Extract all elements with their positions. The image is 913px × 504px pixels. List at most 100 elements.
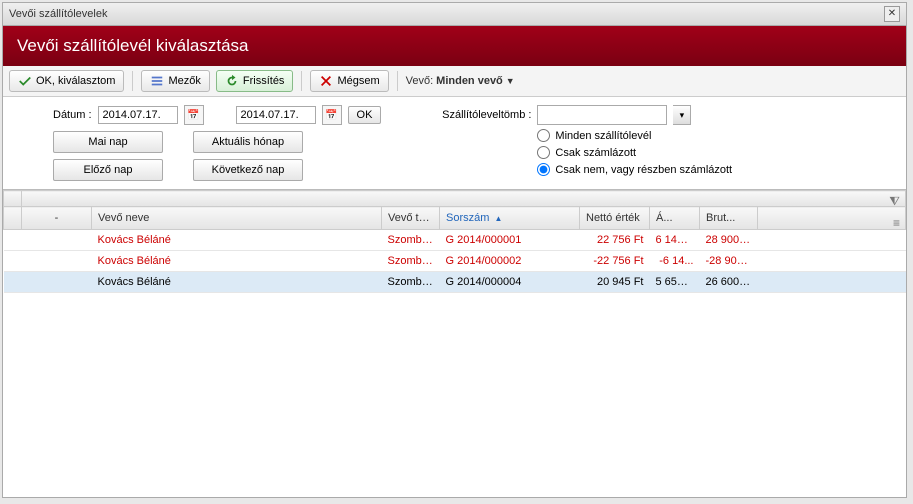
cell-place: Szombat... bbox=[382, 251, 440, 272]
row-selector-header[interactable] bbox=[4, 207, 22, 230]
toolbar-separator bbox=[132, 71, 133, 91]
grid-table: - Vevő neve Vevő tel... Sorszám ▲ Nettó … bbox=[3, 190, 906, 293]
sort-asc-icon: ▲ bbox=[494, 214, 502, 223]
customer-value: Minden vevő bbox=[436, 75, 503, 87]
col-spacer bbox=[758, 207, 906, 230]
titlebar: Vevői szállítólevelek ✕ bbox=[3, 3, 906, 26]
radio-all-input[interactable] bbox=[537, 129, 550, 142]
cell-serial: G 2014/000001 bbox=[440, 230, 580, 251]
grid-header-row: - Vevő neve Vevő tel... Sorszám ▲ Nettó … bbox=[4, 207, 906, 230]
header-band: Vevői szállítólevél kiválasztása bbox=[3, 26, 906, 66]
refresh-icon bbox=[225, 74, 239, 88]
row-selector[interactable] bbox=[4, 272, 22, 293]
cell-vat: -6 14... bbox=[650, 251, 700, 272]
col-name[interactable]: Vevő neve bbox=[92, 207, 382, 230]
cell-serial: G 2014/000004 bbox=[440, 272, 580, 293]
cell-dash bbox=[22, 230, 92, 251]
chevron-down-icon: ▼ bbox=[506, 76, 515, 86]
cell-place: Szombat... bbox=[382, 272, 440, 293]
cell-spacer bbox=[758, 251, 906, 272]
chevron-down-icon[interactable]: ▾ bbox=[673, 105, 691, 125]
date-buttons-row2: Előző nap Következő nap bbox=[53, 159, 381, 181]
table-row[interactable]: Kovács BélánéSzombat...G 2014/00000122 7… bbox=[4, 230, 906, 251]
date-buttons-row1: Mai nap Aktuális hónap bbox=[53, 131, 381, 153]
cell-dash bbox=[22, 272, 92, 293]
group-icon[interactable]: ≡ bbox=[893, 216, 900, 230]
cell-net: 22 756 Ft bbox=[580, 230, 650, 251]
radio-all-label: Minden szállítólevél bbox=[555, 130, 651, 142]
dialog-window: Vevői szállítólevelek ✕ Vevői szállítóle… bbox=[2, 2, 907, 498]
cell-name: Kovács Béláné bbox=[92, 272, 382, 293]
fields-label: Mezők bbox=[168, 75, 200, 87]
filter-icon[interactable]: ⧨ bbox=[889, 194, 900, 209]
cell-spacer bbox=[758, 230, 906, 251]
col-gross[interactable]: Brut... bbox=[700, 207, 758, 230]
toolbar-separator bbox=[397, 71, 398, 91]
next-day-button[interactable]: Következő nap bbox=[193, 159, 303, 181]
fields-button[interactable]: Mezők bbox=[141, 70, 209, 92]
row-selector[interactable] bbox=[4, 251, 22, 272]
table-row[interactable]: Kovács BélánéSzombat...G 2014/00000420 9… bbox=[4, 272, 906, 293]
toolbar-separator bbox=[301, 71, 302, 91]
radio-invoiced-input[interactable] bbox=[537, 146, 550, 159]
col-net[interactable]: Nettó érték bbox=[580, 207, 650, 230]
date-from-input[interactable] bbox=[98, 106, 178, 124]
cell-name: Kovács Béláné bbox=[92, 230, 382, 251]
current-month-button[interactable]: Aktuális hónap bbox=[193, 131, 303, 153]
customer-filter-dropdown[interactable]: Vevő: Minden vevő ▼ bbox=[406, 75, 515, 87]
customer-prefix: Vevő: bbox=[406, 75, 434, 87]
block-row: Szállítóleveltömb : ▾ bbox=[421, 105, 732, 125]
date-row: Dátum : 📅 📅 OK bbox=[53, 105, 381, 125]
cell-gross: 26 600 Ft bbox=[700, 272, 758, 293]
block-label: Szállítóleveltömb : bbox=[421, 109, 531, 121]
calendar-icon[interactable]: 📅 bbox=[184, 105, 204, 125]
cell-serial: G 2014/000002 bbox=[440, 251, 580, 272]
date-to-input[interactable] bbox=[236, 106, 316, 124]
table-row[interactable]: Kovács BélánéSzombat...G 2014/000002-22 … bbox=[4, 251, 906, 272]
ok-select-label: OK, kiválasztom bbox=[36, 75, 115, 87]
filter-right: Szállítóleveltömb : ▾ Minden szállítólev… bbox=[421, 105, 732, 181]
refresh-button[interactable]: Frissítés bbox=[216, 70, 294, 92]
cell-gross: 28 900 Ft bbox=[700, 230, 758, 251]
date-label: Dátum : bbox=[53, 109, 92, 121]
radio-invoiced-label: Csak számlázott bbox=[555, 147, 636, 159]
cancel-icon bbox=[319, 74, 333, 88]
col-dash[interactable]: - bbox=[22, 207, 92, 230]
calendar-icon[interactable]: 📅 bbox=[322, 105, 342, 125]
cell-place: Szombat... bbox=[382, 230, 440, 251]
col-serial-label: Sorszám bbox=[446, 212, 489, 224]
col-serial[interactable]: Sorszám ▲ bbox=[440, 207, 580, 230]
cell-net: -22 756 Ft bbox=[580, 251, 650, 272]
radio-not-invoiced[interactable]: Csak nem, vagy részben számlázott bbox=[421, 163, 732, 176]
row-selector[interactable] bbox=[4, 230, 22, 251]
cell-spacer bbox=[758, 272, 906, 293]
grid-body: Kovács BélánéSzombat...G 2014/00000122 7… bbox=[4, 230, 906, 293]
block-combo[interactable] bbox=[537, 105, 667, 125]
toolbar: OK, kiválasztom Mezők Frissítés Mégsem V… bbox=[3, 66, 906, 97]
page-title: Vevői szállítólevél kiválasztása bbox=[17, 36, 249, 55]
close-icon[interactable]: ✕ bbox=[884, 6, 900, 22]
grid-header-top bbox=[4, 191, 906, 207]
col-place[interactable]: Vevő tel... bbox=[382, 207, 440, 230]
cell-vat: 5 655 Ft bbox=[650, 272, 700, 293]
radio-all[interactable]: Minden szállítólevél bbox=[421, 129, 732, 142]
refresh-label: Frissítés bbox=[243, 75, 285, 87]
date-ok-button[interactable]: OK bbox=[348, 106, 382, 124]
ok-select-button[interactable]: OK, kiválasztom bbox=[9, 70, 124, 92]
radio-invoiced[interactable]: Csak számlázott bbox=[421, 146, 732, 159]
cell-net: 20 945 Ft bbox=[580, 272, 650, 293]
radio-not-invoiced-input[interactable] bbox=[537, 163, 550, 176]
list-icon bbox=[150, 74, 164, 88]
cell-dash bbox=[22, 251, 92, 272]
check-icon bbox=[18, 74, 32, 88]
grid-header-spacer bbox=[22, 191, 906, 207]
today-button[interactable]: Mai nap bbox=[53, 131, 163, 153]
prev-day-button[interactable]: Előző nap bbox=[53, 159, 163, 181]
radio-not-invoiced-label: Csak nem, vagy részben számlázott bbox=[555, 164, 732, 176]
col-vat[interactable]: Á... bbox=[650, 207, 700, 230]
filter-area: Dátum : 📅 📅 OK Mai nap Aktuális hónap El… bbox=[3, 97, 906, 189]
cancel-button[interactable]: Mégsem bbox=[310, 70, 388, 92]
grid-wrap: ⧨ ≡ - Vevő neve Vevő tel... Sorszám bbox=[3, 189, 906, 497]
row-selector-header[interactable] bbox=[4, 191, 22, 207]
filter-left: Dátum : 📅 📅 OK Mai nap Aktuális hónap El… bbox=[53, 105, 381, 181]
